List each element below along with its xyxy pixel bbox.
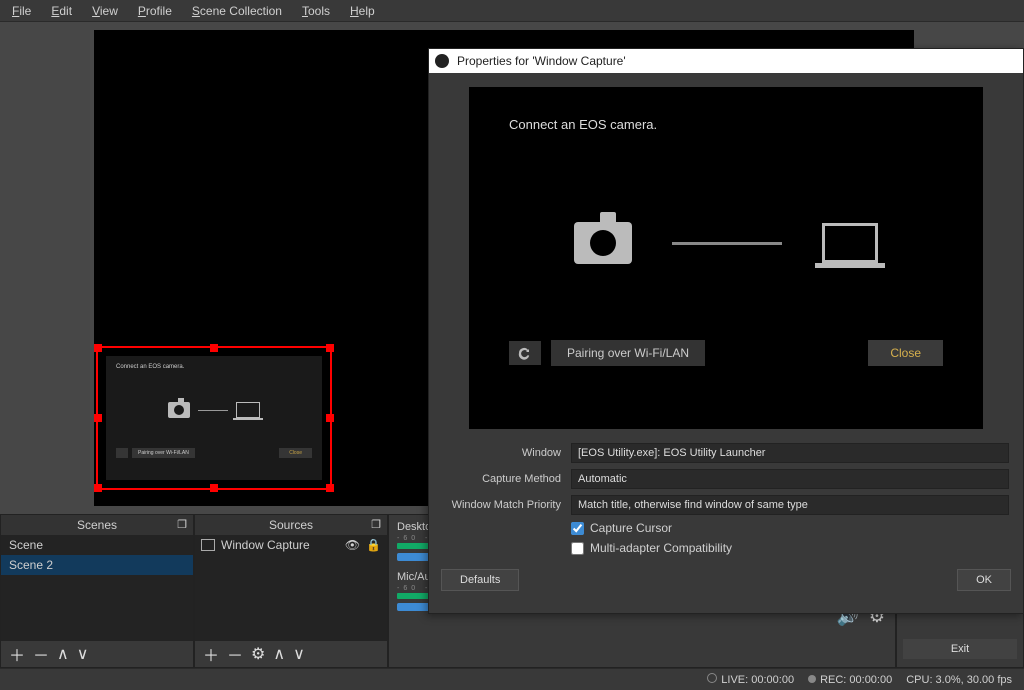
sources-title: Sources <box>269 518 313 532</box>
camera-icon <box>574 222 632 264</box>
detach-icon[interactable]: ❐ <box>177 518 187 531</box>
add-scene-button[interactable]: ＋ <box>9 642 25 666</box>
refresh-icon <box>509 341 541 365</box>
properties-form: Window [EOS Utility.exe]: EOS Utility La… <box>429 439 1023 555</box>
obs-logo-icon <box>435 54 449 68</box>
ok-button[interactable]: OK <box>957 569 1011 591</box>
menu-bar: File Edit View Profile Scene Collection … <box>0 0 1024 22</box>
scenes-list[interactable]: Scene Scene 2 <box>1 535 193 641</box>
eos-close-button: Close <box>868 340 943 366</box>
remove-source-button[interactable]: － <box>227 642 243 666</box>
method-select[interactable]: Automatic <box>571 469 1009 489</box>
resize-handle[interactable] <box>210 484 218 492</box>
source-properties-button[interactable]: ⚙ <box>251 644 265 664</box>
window-select[interactable]: [EOS Utility.exe]: EOS Utility Launcher <box>571 443 1009 463</box>
visibility-icon[interactable]: 👁 <box>345 538 360 552</box>
eos-connect-text: Connect an EOS camera. <box>509 117 943 132</box>
move-up-button[interactable]: ∧ <box>57 644 69 664</box>
sources-list[interactable]: Window Capture 👁 🔒 <box>195 535 387 641</box>
scenes-panel: Scenes ❐ Scene Scene 2 ＋ － ∧ ∨ <box>0 514 194 668</box>
sources-header: Sources ❐ <box>195 515 387 535</box>
menu-tools[interactable]: Tools <box>292 1 340 21</box>
resize-handle[interactable] <box>94 344 102 352</box>
window-capture-icon <box>201 539 215 551</box>
menu-view[interactable]: View <box>82 1 128 21</box>
multi-adapter-label: Multi-adapter Compatibility <box>590 541 732 555</box>
move-down-button[interactable]: ∨ <box>77 644 89 664</box>
resize-handle[interactable] <box>326 344 334 352</box>
refresh-icon <box>116 448 128 458</box>
rec-indicator: REC: 00:00:00 <box>808 674 892 686</box>
cpu-fps: CPU: 3.0%, 30.00 fps <box>906 674 1012 686</box>
selected-source-bounds[interactable]: Connect an EOS camera. Pairing over Wi-F… <box>96 346 332 490</box>
scenes-toolbar: ＋ － ∧ ∨ <box>1 641 193 667</box>
detach-icon[interactable]: ❐ <box>371 518 381 531</box>
pairing-button: Pairing over Wi-Fi/LAN <box>551 340 705 366</box>
captured-window-preview: Connect an EOS camera. Pairing over Wi-F… <box>106 356 322 480</box>
scene-item[interactable]: Scene <box>1 535 193 555</box>
mini-title: Connect an EOS camera. <box>116 364 312 370</box>
menu-scene-collection[interactable]: Scene Collection <box>182 1 292 21</box>
menu-help[interactable]: Help <box>340 1 385 21</box>
exit-button[interactable]: Exit <box>903 639 1017 659</box>
scenes-header: Scenes ❐ <box>1 515 193 535</box>
live-indicator: LIVE: 00:00:00 <box>707 673 794 686</box>
method-label: Capture Method <box>443 473 561 485</box>
move-down-button[interactable]: ∨ <box>293 644 305 664</box>
resize-handle[interactable] <box>94 484 102 492</box>
mini-pair-button: Pairing over Wi-Fi/LAN <box>132 448 195 458</box>
source-label: Window Capture <box>221 538 339 552</box>
laptop-icon <box>822 223 878 263</box>
source-item[interactable]: Window Capture 👁 🔒 <box>195 535 387 555</box>
resize-handle[interactable] <box>94 414 102 422</box>
priority-select[interactable]: Match title, otherwise find window of sa… <box>571 495 1009 515</box>
resize-handle[interactable] <box>326 414 334 422</box>
sources-toolbar: ＋ － ⚙ ∧ ∨ <box>195 641 387 667</box>
properties-dialog: Properties for 'Window Capture' Connect … <box>428 48 1024 614</box>
window-label: Window <box>443 447 561 459</box>
capture-cursor-label: Capture Cursor <box>590 521 672 535</box>
scenes-title: Scenes <box>77 518 117 532</box>
move-up-button[interactable]: ∧ <box>273 644 285 664</box>
remove-scene-button[interactable]: － <box>33 642 49 666</box>
dialog-title: Properties for 'Window Capture' <box>457 54 626 68</box>
dialog-preview: Connect an EOS camera. Pairing over Wi-F… <box>469 87 983 429</box>
dialog-footer: Defaults OK <box>429 561 1023 599</box>
add-source-button[interactable]: ＋ <box>203 642 219 666</box>
sources-panel: Sources ❐ Window Capture 👁 🔒 ＋ － ⚙ ∧ ∨ <box>194 514 388 668</box>
lock-icon[interactable]: 🔒 <box>366 538 381 552</box>
resize-handle[interactable] <box>326 484 334 492</box>
connection-line <box>672 242 782 245</box>
menu-profile[interactable]: Profile <box>128 1 182 21</box>
capture-cursor-checkbox[interactable] <box>571 522 584 535</box>
menu-file[interactable]: File <box>2 1 41 21</box>
mini-close-button: Close <box>279 448 312 458</box>
resize-handle[interactable] <box>210 344 218 352</box>
connection-line <box>198 410 228 411</box>
scene-item[interactable]: Scene 2 <box>1 555 193 575</box>
menu-edit[interactable]: Edit <box>41 1 82 21</box>
camera-icon <box>168 402 190 418</box>
defaults-button[interactable]: Defaults <box>441 569 519 591</box>
dialog-titlebar[interactable]: Properties for 'Window Capture' <box>429 49 1023 73</box>
laptop-icon <box>236 402 260 418</box>
status-bar: LIVE: 00:00:00 REC: 00:00:00 CPU: 3.0%, … <box>0 668 1024 690</box>
priority-label: Window Match Priority <box>443 499 561 511</box>
multi-adapter-checkbox[interactable] <box>571 542 584 555</box>
